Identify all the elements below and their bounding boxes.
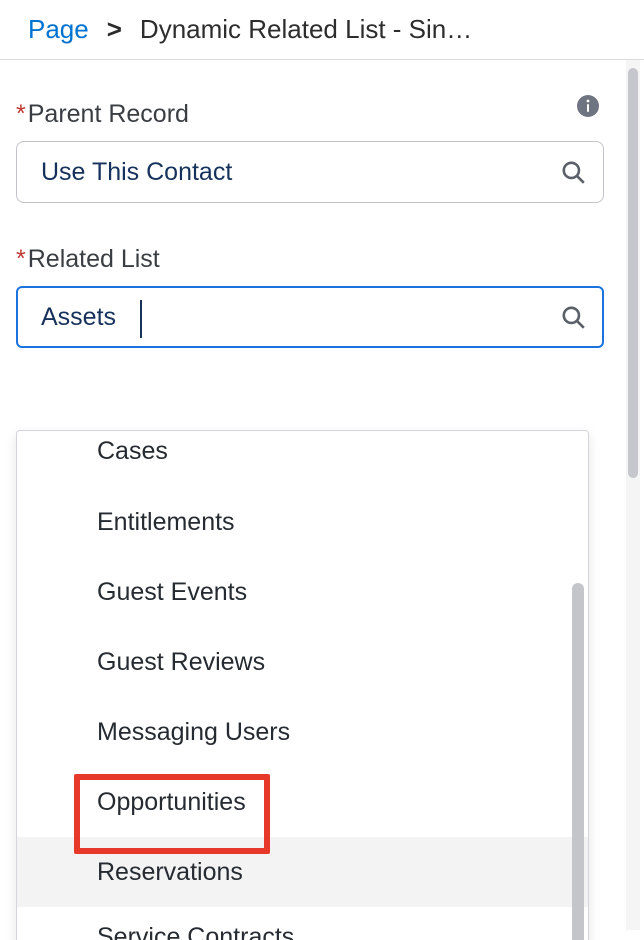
related-list-dropdown: Cases Entitlements Guest Events Guest Revie… — [16, 430, 589, 940]
search-icon[interactable] — [560, 159, 586, 185]
related-list-label: *Related List — [16, 245, 604, 274]
breadcrumb: Page > Dynamic Related List - Sin… — [0, 0, 644, 60]
dropdown-option-label: Cases — [97, 437, 168, 466]
dropdown-option-label: Guest Events — [97, 578, 247, 607]
parent-record-label: *Parent Record — [16, 100, 604, 129]
parent-record-input[interactable]: Use This Contact — [16, 141, 604, 203]
related-list-input[interactable]: Assets — [16, 286, 604, 348]
breadcrumb-current: Dynamic Related List - Sin… — [140, 14, 472, 45]
dropdown-option-label: Opportunities — [97, 788, 246, 817]
breadcrumb-root-link[interactable]: Page — [28, 14, 89, 45]
search-icon[interactable] — [560, 304, 586, 330]
dropdown-option-label: Reservations — [97, 858, 243, 887]
dropdown-option-label: Service Contracts — [97, 923, 294, 940]
parent-record-value: Use This Contact — [41, 158, 232, 187]
info-icon[interactable] — [576, 94, 600, 118]
dropdown-scrollbar-thumb[interactable] — [572, 583, 584, 940]
text-caret — [140, 300, 142, 338]
chevron-right-icon: > — [107, 14, 122, 45]
required-indicator: * — [16, 100, 26, 128]
dropdown-option[interactable]: Guest Events — [17, 557, 588, 627]
dropdown-option-label: Entitlements — [97, 508, 235, 537]
dropdown-option[interactable]: Cases — [17, 431, 588, 487]
dropdown-option[interactable]: Service Contracts — [17, 907, 588, 940]
dropdown-option[interactable]: Messaging Users — [17, 697, 588, 767]
dropdown-option-label: Messaging Users — [97, 718, 290, 747]
dropdown-option[interactable]: Opportunities — [17, 767, 588, 837]
required-indicator: * — [16, 245, 26, 273]
dropdown-option-label: Guest Reviews — [97, 648, 265, 677]
dropdown-option[interactable]: Entitlements — [17, 487, 588, 557]
properties-panel: *Parent Record Use This Contact *Related… — [0, 60, 620, 930]
dropdown-option[interactable]: Reservations — [17, 837, 588, 907]
parent-record-row: *Parent Record Use This Contact — [16, 100, 604, 203]
dropdown-option[interactable]: Guest Reviews — [17, 627, 588, 697]
panel-scrollbar[interactable] — [620, 60, 644, 930]
related-list-value: Assets — [41, 303, 116, 332]
related-list-row: *Related List Assets — [16, 245, 604, 348]
